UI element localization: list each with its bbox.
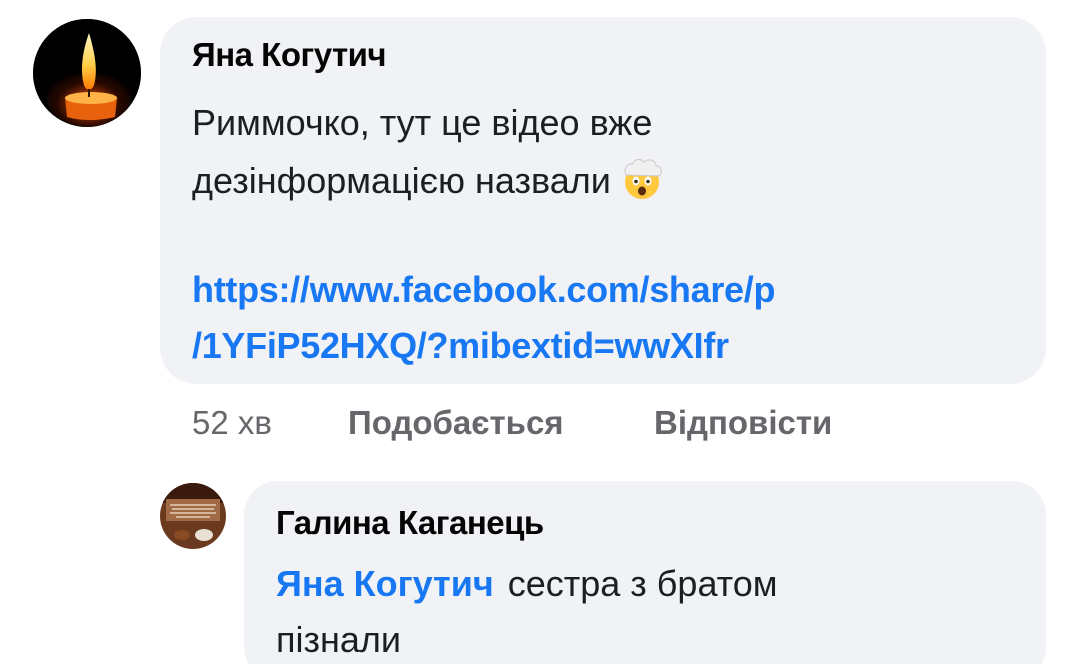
reply-text: Яна Когутич сестра з братом пізнали — [276, 556, 778, 664]
mention-link[interactable]: Яна Когутич — [276, 563, 494, 604]
shared-link-line-2[interactable]: /1YFiP52HXQ/?mibextid=wwXIfr — [192, 318, 775, 374]
reply-text-line-1-text: сестра з братом — [507, 563, 778, 604]
shared-link[interactable]: https://www.facebook.com/share/p /1YFiP5… — [192, 262, 775, 374]
comment-thread: Яна Когутич Риммочко, тут це відео вже д… — [0, 0, 1080, 664]
reply-text-line-2: пізнали — [276, 619, 402, 660]
avatar[interactable] — [33, 19, 141, 127]
reply-button[interactable]: Відповісти — [654, 404, 832, 442]
reply-author[interactable]: Галина Каганець — [276, 504, 544, 542]
comment-text: Риммочко, тут це відео вже дезінформаціє… — [192, 94, 665, 210]
comment-author[interactable]: Яна Когутич — [192, 36, 387, 74]
comment-text-line-2-text: дезінформацією назвали — [192, 160, 611, 201]
comment-text-line-1: Риммочко, тут це відео вже — [192, 102, 653, 143]
comment-timestamp[interactable]: 52 хв — [192, 404, 272, 442]
shared-link-line-1[interactable]: https://www.facebook.com/share/p — [192, 262, 775, 318]
reply-avatar[interactable] — [160, 483, 226, 549]
exploding-head-emoji-icon — [619, 155, 665, 201]
like-button[interactable]: Подобається — [348, 404, 564, 442]
candle-flame-icon — [33, 19, 141, 127]
profile-photo-icon — [160, 483, 226, 549]
reply-text-line-1: Яна Когутич сестра з братом — [276, 556, 778, 612]
comment-text-line-2: дезінформацією назвали — [192, 152, 665, 210]
